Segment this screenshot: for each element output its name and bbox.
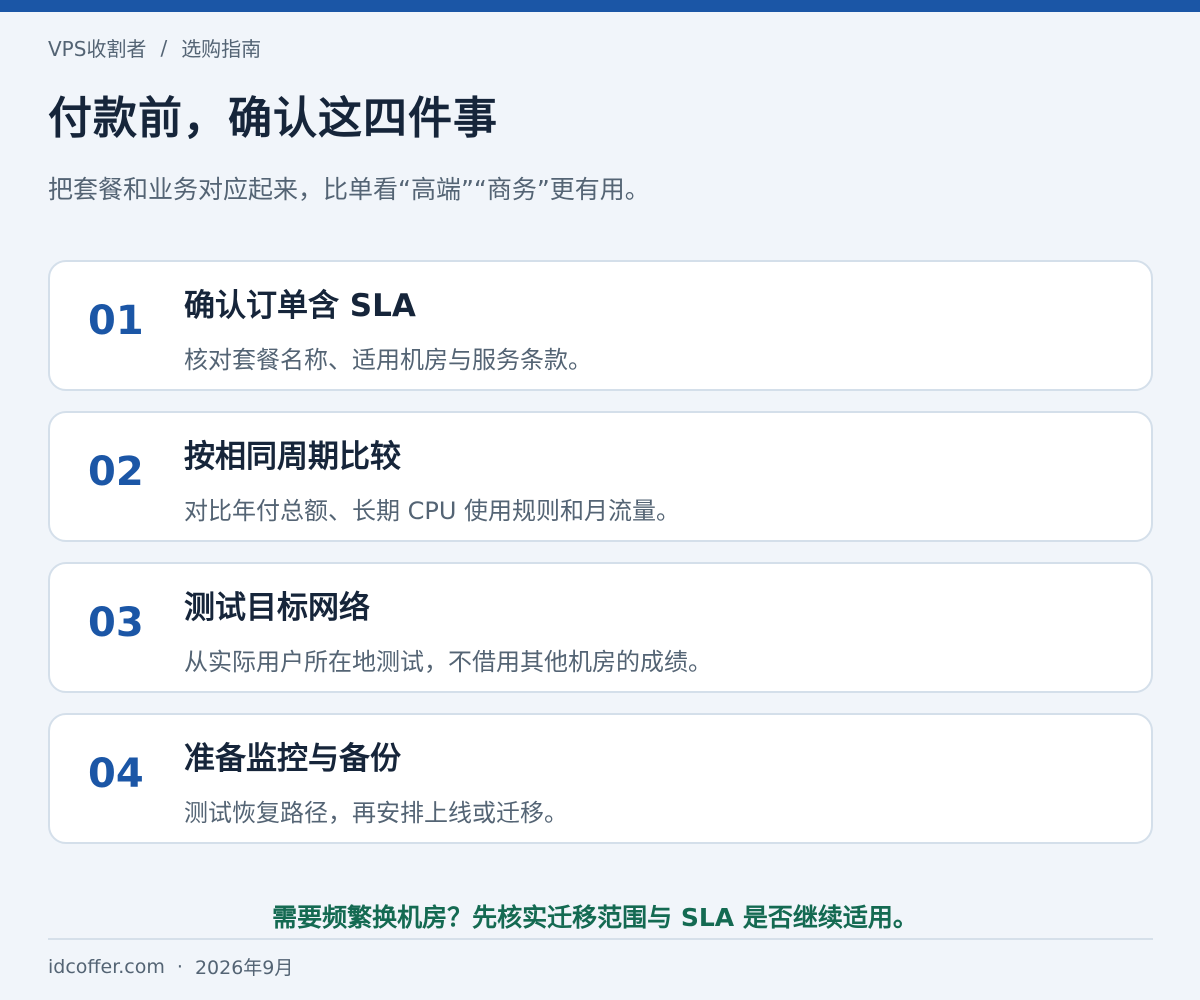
step-description: 对比年付总额、长期 CPU 使用规则和月流量。 (184, 497, 681, 525)
callout-text: 需要频繁换机房？先核实迁移范围与 SLA 是否继续适用。 (272, 903, 918, 932)
step-card: 01 确认订单含 SLA 核对套餐名称、适用机房与服务条款。 (48, 260, 1153, 391)
page-subtitle: 把套餐和业务对应起来，比单看“高端”“商务”更有用。 (48, 175, 650, 204)
step-number: 02 (88, 449, 144, 495)
step-description: 测试恢复路径，再安排上线或迁移。 (184, 799, 568, 827)
step-card: 04 准备监控与备份 测试恢复路径，再安排上线或迁移。 (48, 713, 1153, 844)
breadcrumb-current: 选购指南 (181, 37, 262, 61)
step-title: 准备监控与备份 (184, 741, 401, 777)
breadcrumb-separator: / (160, 35, 168, 60)
footer-separator: · (176, 955, 183, 978)
top-accent-bar (0, 0, 1200, 12)
checklist: 01 确认订单含 SLA 核对套餐名称、适用机房与服务条款。 02 按相同周期比… (48, 260, 1153, 864)
step-description: 从实际用户所在地测试，不借用其他机房的成绩。 (184, 648, 712, 676)
breadcrumb-home-link[interactable]: VPS收割者 (48, 33, 146, 62)
footer-date: 2026年9月 (194, 957, 294, 979)
step-number: 01 (88, 298, 144, 344)
step-title: 确认订单含 SLA (184, 288, 416, 324)
step-card: 03 测试目标网络 从实际用户所在地测试，不借用其他机房的成绩。 (48, 562, 1153, 693)
footer-site: idcoffer.com (48, 955, 165, 978)
step-title: 按相同周期比较 (184, 439, 401, 475)
step-number: 04 (88, 751, 144, 797)
step-description: 核对套餐名称、适用机房与服务条款。 (184, 346, 592, 374)
step-number: 03 (88, 600, 144, 646)
step-card: 02 按相同周期比较 对比年付总额、长期 CPU 使用规则和月流量。 (48, 411, 1153, 542)
footer-divider (48, 938, 1153, 940)
breadcrumb: VPS收割者 / 选购指南 (48, 33, 261, 62)
page-title: 付款前，确认这四件事 (48, 93, 498, 144)
footer: idcoffer.com · 2026年9月 (48, 953, 293, 980)
step-title: 测试目标网络 (184, 590, 370, 626)
